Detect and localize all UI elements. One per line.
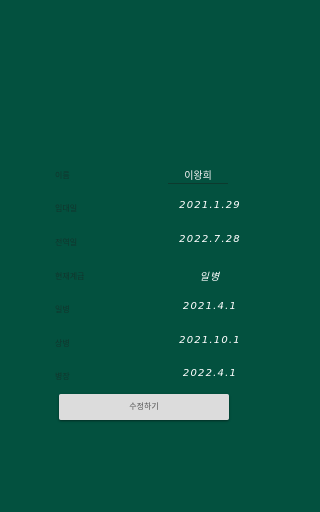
private-first-class-date-value[interactable]: 2021.4.1 [160, 301, 260, 312]
corporal-date-row[interactable]: 상병 2021.10.1 [0, 333, 288, 357]
sergeant-date-row[interactable]: 병장 2022.4.1 [0, 366, 288, 390]
sergeant-label: 병장 [55, 372, 70, 381]
enlistment-date-row[interactable]: 입대일 2021.1.29 [0, 198, 288, 222]
private-first-class-label: 일병 [55, 305, 70, 314]
discharge-date-value[interactable]: 2022.7.28 [160, 234, 260, 245]
discharge-date-row[interactable]: 전역일 2022.7.28 [0, 232, 288, 256]
name-label: 이름 [55, 171, 70, 180]
name-input[interactable] [168, 165, 228, 184]
enlistment-date-value[interactable]: 2021.1.29 [160, 200, 260, 211]
edit-button[interactable]: 수정하기 [59, 394, 229, 420]
sergeant-date-value[interactable]: 2022.4.1 [160, 368, 260, 379]
enlistment-date-label: 입대일 [55, 204, 78, 213]
current-rank-value[interactable]: 일병 [160, 268, 260, 283]
corporal-date-value[interactable]: 2021.10.1 [160, 335, 260, 346]
current-rank-row[interactable]: 현재계급 일병 [0, 266, 288, 290]
name-row: 이름 [0, 165, 288, 189]
corporal-label: 상병 [55, 339, 70, 348]
current-rank-label: 현재계급 [55, 272, 85, 281]
discharge-date-label: 전역일 [55, 238, 78, 247]
private-first-class-date-row[interactable]: 일병 2021.4.1 [0, 299, 288, 323]
settings-screen: 이름 입대일 2021.1.29 전역일 2022.7.28 현재계급 일병 일… [0, 0, 288, 512]
